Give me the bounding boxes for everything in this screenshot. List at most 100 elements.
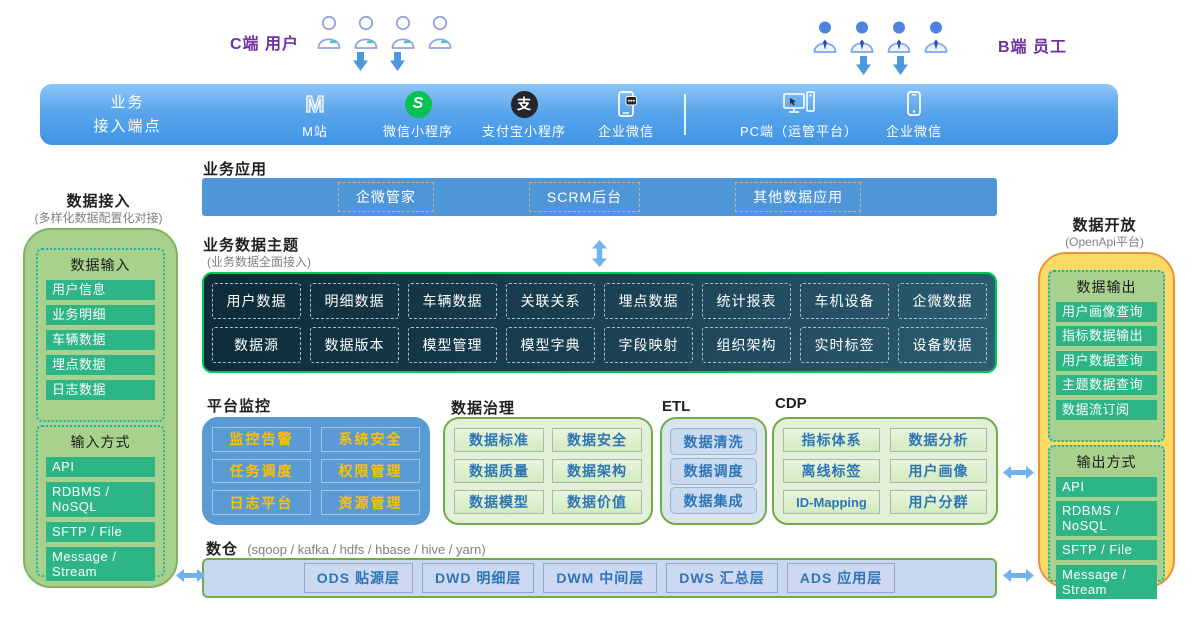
endpoint-label: 企业微信 (598, 121, 654, 140)
warehouse-bar: ODS 贴源层 DWD 明细层 DWM 中间层 DWS 汇总层 ADS 应用层 (202, 558, 997, 598)
cdp-title: CDP (775, 395, 807, 412)
monitor-item: 监控告警 (212, 427, 311, 452)
monitor-box: 监控告警系统安全任务调度权限管理日志平台资源管理 (202, 417, 430, 525)
data-input-item: 业务明细 (46, 305, 155, 325)
governance-item: 数据安全 (552, 428, 642, 452)
topic-layer-title: 业务数据主题 (203, 234, 299, 255)
topic-cell: 企微数据 (898, 283, 987, 319)
app-item: SCRM后台 (529, 182, 640, 212)
topic-box: 用户数据明细数据车辆数据关联关系埋点数据统计报表车机设备企微数据 数据源数据版本… (202, 272, 997, 373)
left-panel-subtitle: (多样化数据配置化对接) (23, 209, 174, 226)
data-output-group: 数据输出 用户画像查询指标数据输出用户数据查询主题数据查询数据流订阅 (1048, 270, 1165, 442)
data-input-item: 埋点数据 (46, 355, 155, 375)
m-site-icon: M (305, 89, 324, 119)
warehouse-item: DWD 明细层 (422, 563, 534, 593)
data-input-group: 数据输入 用户信息业务明细车辆数据埋点数据日志数据 (36, 248, 165, 422)
cdp-item: 离线标签 (783, 459, 880, 483)
app-item: 企微管家 (338, 182, 434, 212)
topic-cell: 用户数据 (212, 283, 301, 319)
governance-item: 数据价值 (552, 490, 642, 514)
cdp-box: 指标体系数据分析离线标签用户画像ID-Mapping用户分群 (772, 417, 998, 525)
etl-item: 数据调度 (670, 458, 757, 485)
staff-icon (886, 20, 912, 59)
topic-cell: 数据源 (212, 327, 301, 363)
banner-title: 业务 接入端点 (40, 84, 215, 145)
monitor-item: 日志平台 (212, 490, 311, 515)
group-title: 数据输入 (38, 255, 163, 275)
group-title: 输入方式 (38, 432, 163, 452)
c-users-label: C端 用户 (230, 30, 299, 54)
input-method-group: 输入方式 APIRDBMS / NoSQLSFTP / FileMessage … (36, 425, 165, 577)
etl-title: ETL (662, 398, 690, 415)
pc-icon (782, 89, 816, 119)
leftright-arrow-icon (176, 569, 205, 587)
cdp-item: 用户画像 (890, 459, 987, 483)
input-method-item: Message / Stream (46, 547, 155, 582)
topic-cell: 实时标签 (800, 327, 889, 363)
warehouse-item: DWM 中间层 (543, 563, 657, 593)
staff-icon (923, 20, 949, 59)
governance-item: 数据标准 (454, 428, 544, 452)
endpoint-wecom: 企业微信 (561, 89, 691, 140)
data-output-item: 用户数据查询 (1056, 351, 1157, 371)
staff-icon (812, 20, 838, 59)
governance-box: 数据标准数据安全数据质量数据架构数据模型数据价值 (443, 417, 653, 525)
topic-cell: 字段映射 (604, 327, 693, 363)
data-open-panel: 数据输出 用户画像查询指标数据输出用户数据查询主题数据查询数据流订阅 输出方式 … (1038, 252, 1175, 588)
data-output-item: 数据流订阅 (1056, 400, 1157, 420)
cdp-item: ID-Mapping (783, 490, 880, 514)
wecom-icon (612, 89, 640, 119)
user-outline-icon (390, 14, 416, 55)
down-arrow-icon (893, 56, 908, 80)
group-title: 数据输出 (1050, 277, 1163, 297)
app-item: 其他数据应用 (735, 182, 861, 212)
output-method-group: 输出方式 APIRDBMS / NoSQLSFTP / FileMessage … (1048, 445, 1165, 582)
governance-item: 数据架构 (552, 459, 642, 483)
b-staff-label: B端 员工 (998, 33, 1067, 57)
monitor-item: 系统安全 (321, 427, 420, 452)
down-arrow-icon (856, 56, 871, 80)
user-outline-icon (316, 14, 342, 55)
data-output-item: 用户画像查询 (1056, 302, 1157, 322)
monitor-item: 资源管理 (321, 490, 420, 515)
warehouse-item: ODS 贴源层 (304, 563, 413, 593)
topic-cell: 埋点数据 (604, 283, 693, 319)
architecture-diagram: C端 用户 B端 员工 业务 接入端点 M M站 S 微信小程序 支 支付宝小程 (0, 0, 1202, 618)
topic-cell: 统计报表 (702, 283, 791, 319)
topic-cell: 模型字典 (506, 327, 595, 363)
governance-title: 数据治理 (451, 397, 515, 418)
right-panel-title: 数据开放 (1038, 214, 1171, 235)
app-layer-title: 业务应用 (203, 158, 267, 179)
access-banner: 业务 接入端点 M M站 S 微信小程序 支 支付宝小程序 企业微信 PC端（运… (40, 84, 1118, 145)
monitor-title: 平台监控 (207, 395, 271, 416)
user-outline-icon (427, 14, 453, 55)
down-arrow-icon (353, 52, 368, 76)
alipay-miniprogram-icon: 支 (511, 89, 538, 119)
input-method-item: API (46, 457, 155, 477)
left-panel-title: 数据接入 (23, 190, 174, 211)
topic-cell: 车辆数据 (408, 283, 497, 319)
warehouse-item: DWS 汇总层 (666, 563, 778, 593)
topic-cell: 明细数据 (310, 283, 399, 319)
endpoint-wecom-mobile: 企业微信 (849, 89, 979, 140)
b-staff-group (812, 20, 949, 59)
warehouse-title: 数仓 (sqoop / kafka / hdfs / hbase / hive … (206, 538, 486, 559)
warehouse-item: ADS 应用层 (787, 563, 895, 593)
group-title: 输出方式 (1050, 452, 1163, 472)
cdp-item: 用户分群 (890, 490, 987, 514)
etl-item: 数据清洗 (670, 428, 757, 455)
input-method-item: RDBMS / NoSQL (46, 482, 155, 517)
topic-cell: 设备数据 (898, 327, 987, 363)
app-layer-bar: 企微管家 SCRM后台 其他数据应用 (202, 178, 997, 216)
right-panel-subtitle: (OpenApi平台) (1038, 233, 1171, 250)
etl-item: 数据集成 (670, 487, 757, 514)
leftright-arrow-icon (1003, 569, 1034, 587)
output-method-item: SFTP / File (1056, 540, 1157, 560)
topic-layer-subtitle: (业务数据全面接入) (207, 253, 311, 270)
staff-icon (849, 20, 875, 59)
data-input-item: 日志数据 (46, 380, 155, 400)
etl-box: 数据清洗数据调度数据集成 (660, 417, 767, 525)
leftright-arrow-icon (1003, 466, 1034, 484)
endpoint-pc: PC端（运管平台） (734, 89, 864, 140)
monitor-item: 任务调度 (212, 459, 311, 484)
